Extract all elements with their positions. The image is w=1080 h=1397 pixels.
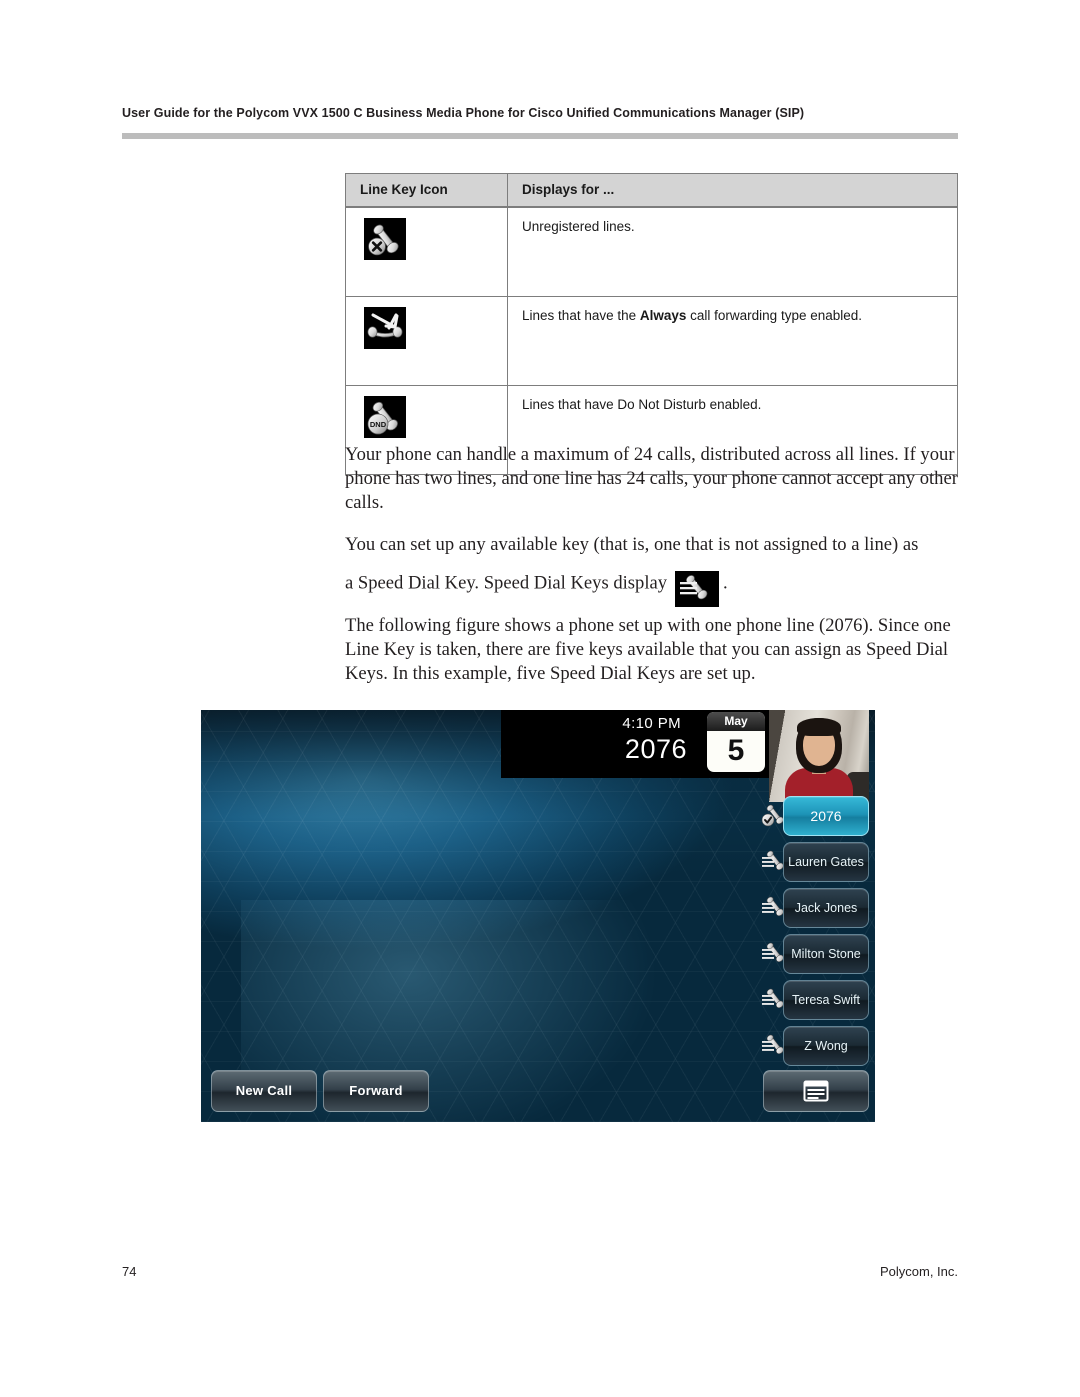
table-cell-icon bbox=[344, 296, 509, 386]
status-time: 4:10 PM bbox=[622, 715, 681, 732]
unregistered-line-icon bbox=[364, 218, 406, 260]
running-header: User Guide for the Polycom VVX 1500 C Bu… bbox=[122, 106, 958, 120]
header-divider-rule bbox=[122, 133, 958, 139]
running-header-text: User Guide for the Polycom VVX 1500 C Bu… bbox=[122, 106, 805, 120]
speed-dial-key-5[interactable]: Z Wong bbox=[761, 1026, 869, 1066]
speed-dial-key-label[interactable]: Z Wong bbox=[783, 1026, 869, 1066]
row-desc-prefix: Unregistered lines. bbox=[522, 219, 635, 234]
line-key-column: 2076 Lauren Gates Jack Jones Milton Ston… bbox=[761, 796, 869, 1072]
paragraph-figure-intro: The following figure shows a phone set u… bbox=[345, 614, 951, 685]
speed-dial-key-icon bbox=[675, 570, 720, 607]
paragraph-max-calls: Your phone can handle a maximum of 24 ca… bbox=[345, 444, 958, 514]
row-desc-suffix: call forwarding type enabled. bbox=[686, 308, 863, 323]
speed-dial-key-1[interactable]: Lauren Gates bbox=[761, 842, 869, 882]
row-desc-prefix: Lines that have Do Not Disturb enabled. bbox=[522, 397, 762, 412]
status-line-number: 2076 bbox=[624, 734, 687, 764]
speed-dial-key-label[interactable]: Teresa Swift bbox=[783, 980, 869, 1020]
table-row: Unregistered lines. bbox=[344, 206, 958, 297]
row-desc-prefix: Lines that have the bbox=[522, 308, 640, 323]
new-call-softkey[interactable]: New Call bbox=[211, 1070, 317, 1112]
phone-status-bar: 4:10 PM 2076 May 5 bbox=[501, 710, 775, 778]
phone-screen-figure: 4:10 PM 2076 May 5 2076 Lauren Gates Jac… bbox=[201, 710, 875, 1122]
speed-dial-key-3[interactable]: Milton Stone bbox=[761, 934, 869, 974]
do-not-disturb-icon: DND bbox=[364, 396, 406, 438]
forward-softkey[interactable]: Forward bbox=[323, 1070, 429, 1112]
column-header-line-key-icon: Line Key Icon bbox=[344, 173, 509, 208]
video-person-fringe bbox=[797, 718, 841, 736]
table-cell-description: Unregistered lines. bbox=[507, 206, 958, 297]
speed-dial-key-label[interactable]: Milton Stone bbox=[783, 934, 869, 974]
speed-dial-key-label[interactable]: Lauren Gates bbox=[783, 842, 869, 882]
table-header-row: Line Key Icon Displays for ... bbox=[344, 173, 958, 208]
calendar-month: May bbox=[707, 712, 765, 731]
paragraph-speed-dial-icon-line: a Speed Dial Key. Speed Dial Keys displa… bbox=[345, 570, 962, 607]
footer-page-number: 74 bbox=[122, 1264, 137, 1279]
speed-dial-key-2[interactable]: Jack Jones bbox=[761, 888, 869, 928]
speed-dial-key-label[interactable]: Jack Jones bbox=[783, 888, 869, 928]
table-cell-icon bbox=[344, 206, 509, 297]
paragraph-speed-dial-setup: You can set up any available key (that i… bbox=[345, 533, 919, 555]
line-key-label[interactable]: 2076 bbox=[783, 796, 869, 836]
line-key-0[interactable]: 2076 bbox=[761, 796, 869, 836]
speed-dial-sentence-before: a Speed Dial Key. Speed Dial Keys displa… bbox=[345, 571, 668, 593]
menu-softkey[interactable] bbox=[763, 1070, 869, 1112]
video-preview-window[interactable] bbox=[769, 710, 869, 802]
table-cell-description: Lines that have the Always call forwardi… bbox=[507, 296, 958, 386]
row-desc-bold: Always bbox=[639, 308, 687, 323]
line-key-icon-table: Line Key Icon Displays for ... Unregiste… bbox=[344, 173, 958, 475]
svg-text:DND: DND bbox=[370, 420, 387, 429]
column-header-displays-for: Displays for ... bbox=[507, 173, 958, 208]
speed-dial-sentence-after: . bbox=[723, 571, 728, 593]
speed-dial-key-4[interactable]: Teresa Swift bbox=[761, 980, 869, 1020]
footer-company-name: Polycom, Inc. bbox=[879, 1264, 958, 1279]
call-forward-always-icon bbox=[364, 307, 406, 349]
soft-key-bar: New Call Forward bbox=[201, 1070, 875, 1116]
calendar-day: 5 bbox=[727, 734, 745, 767]
window-list-icon bbox=[803, 1080, 829, 1102]
body-text-column: Your phone can handle a maximum of 24 ca… bbox=[345, 443, 962, 703]
calendar-widget[interactable]: May 5 bbox=[707, 712, 765, 772]
table-row: Lines that have the Always call forwardi… bbox=[344, 296, 958, 386]
